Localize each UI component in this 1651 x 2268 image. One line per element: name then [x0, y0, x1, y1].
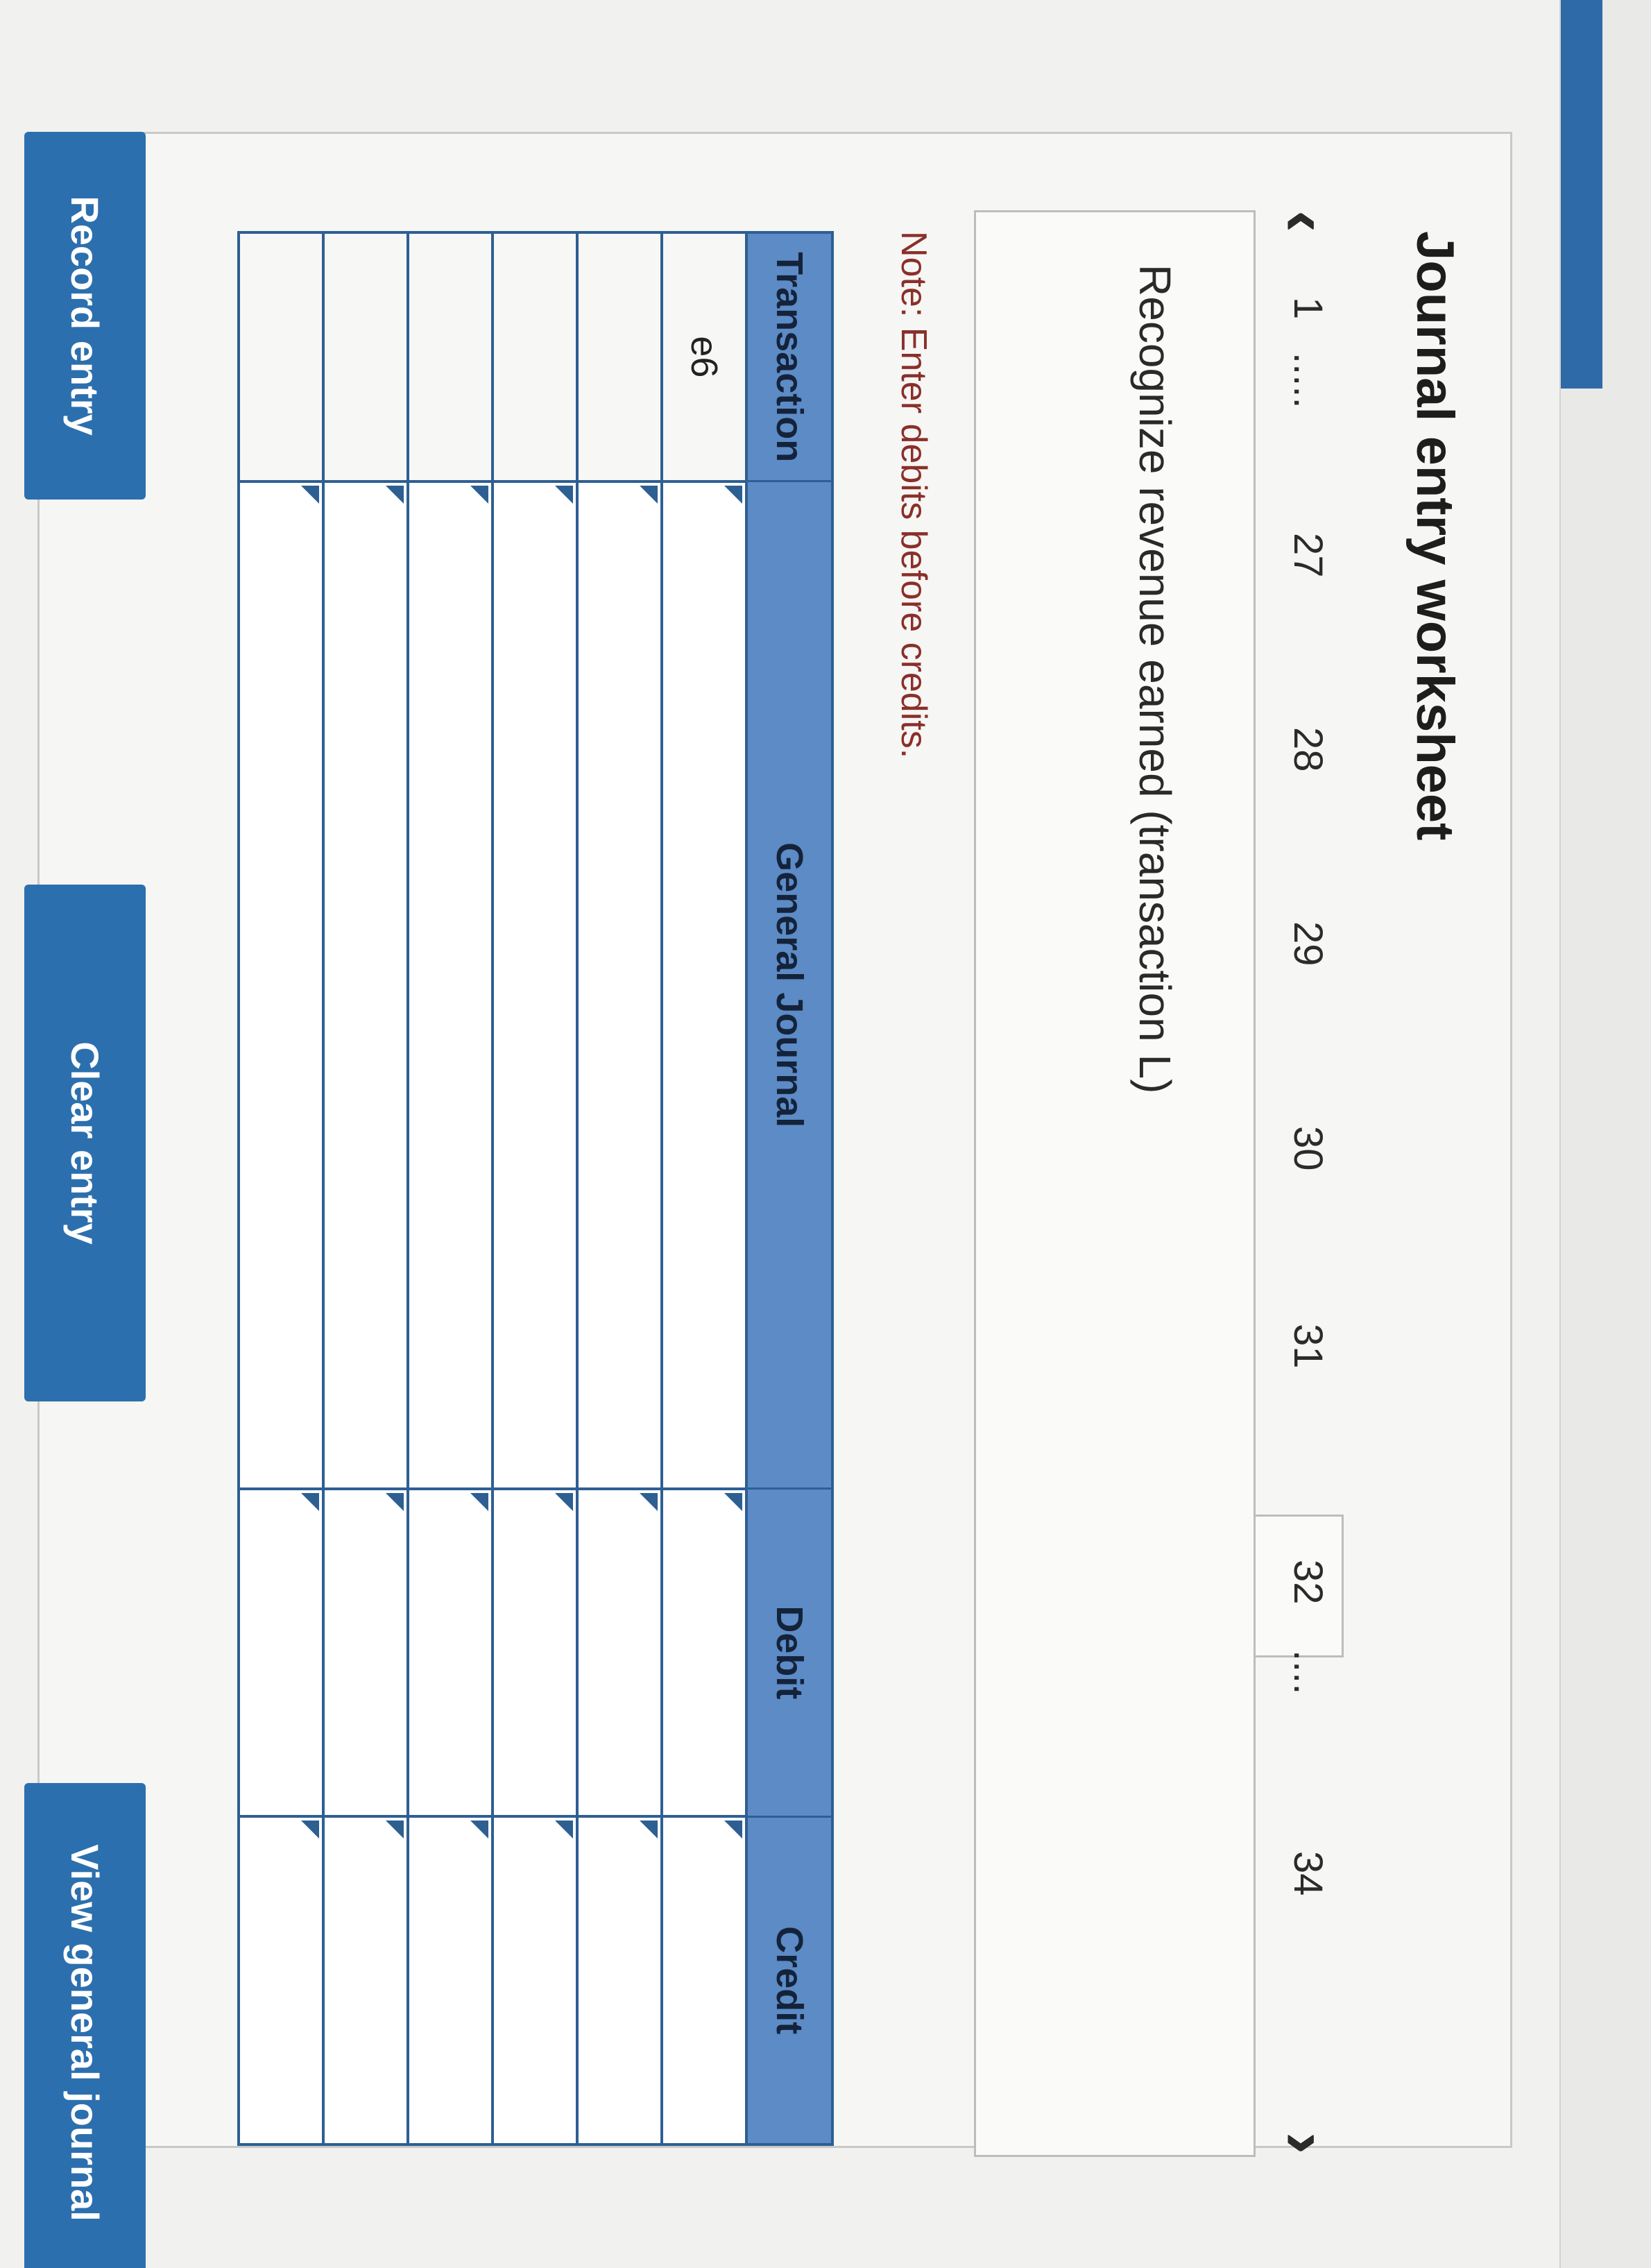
- debit-input[interactable]: [325, 1490, 407, 1815]
- top-strip: [1559, 0, 1651, 2268]
- credit-input-cell[interactable]: [662, 1816, 746, 2145]
- debit-input-cell[interactable]: [577, 1488, 662, 1817]
- account-input[interactable]: [579, 483, 660, 1487]
- transaction-column-header: Transaction: [746, 232, 832, 481]
- view-general-journal-button[interactable]: View general journal: [24, 1783, 146, 2268]
- record-entry-button[interactable]: Record entry: [24, 132, 146, 500]
- transaction-cell: [239, 232, 323, 481]
- debit-input[interactable]: [663, 1490, 745, 1815]
- page-item-27[interactable]: 27: [1285, 533, 1331, 578]
- chevron-right-icon[interactable]: ›: [1267, 2132, 1344, 2154]
- debit-input-cell[interactable]: [408, 1488, 493, 1817]
- table-row: [493, 232, 577, 2145]
- credit-input[interactable]: [409, 1818, 491, 2143]
- page-item-1[interactable]: 1: [1285, 297, 1331, 319]
- screen: Journal entry worksheet ‹ 1 ..... 27 28 …: [0, 0, 1651, 2268]
- debit-input[interactable]: [409, 1490, 491, 1815]
- instruction-note: Note: Enter debits before credits.: [893, 231, 934, 759]
- top-accent-bar: [1561, 0, 1602, 389]
- transaction-prompt-box: Recognize revenue earned (transaction L): [974, 210, 1256, 2157]
- account-select-cell[interactable]: [323, 481, 408, 1489]
- credit-input-cell[interactable]: [239, 1816, 323, 2145]
- transaction-cell: e6: [662, 232, 746, 481]
- credit-input[interactable]: [494, 1818, 576, 2143]
- page-item-34[interactable]: 34: [1285, 1851, 1331, 1896]
- credit-input-cell[interactable]: [493, 1816, 577, 2145]
- transaction-cell: [323, 232, 408, 481]
- debit-input-cell[interactable]: [493, 1488, 577, 1817]
- credit-input[interactable]: [240, 1818, 322, 2143]
- debit-input-cell[interactable]: [323, 1488, 408, 1817]
- account-input[interactable]: [240, 483, 322, 1487]
- journal-header-row: Transaction General Journal Debit Credit: [746, 232, 832, 2145]
- transaction-cell: [577, 232, 662, 481]
- transaction-cell: [493, 232, 577, 481]
- debit-input-cell[interactable]: [662, 1488, 746, 1817]
- debit-input[interactable]: [579, 1490, 660, 1815]
- credit-input-cell[interactable]: [408, 1816, 493, 2145]
- credit-input[interactable]: [325, 1818, 407, 2143]
- page-item-30[interactable]: 30: [1285, 1126, 1331, 1171]
- debit-column-header: Debit: [746, 1488, 832, 1817]
- debit-input[interactable]: [494, 1490, 576, 1815]
- debit-input-cell[interactable]: [239, 1488, 323, 1817]
- credit-input-cell[interactable]: [323, 1816, 408, 2145]
- account-select-cell[interactable]: [408, 481, 493, 1489]
- credit-input-cell[interactable]: [577, 1816, 662, 2145]
- page-item-31[interactable]: 31: [1285, 1324, 1331, 1369]
- table-row: [239, 232, 323, 2145]
- worksheet-title: Journal entry worksheet: [1405, 231, 1464, 841]
- action-buttons: Record entry Clear entry View general jo…: [21, 132, 146, 2268]
- page-item-32[interactable]: 32: [1285, 1560, 1331, 1605]
- debit-input[interactable]: [240, 1490, 322, 1815]
- chevron-left-icon[interactable]: ‹: [1267, 210, 1344, 232]
- transaction-prompt-text: Recognize revenue earned (transaction L): [1130, 264, 1180, 1094]
- account-select-cell[interactable]: [662, 481, 746, 1489]
- account-select-cell[interactable]: [239, 481, 323, 1489]
- account-select-cell[interactable]: [577, 481, 662, 1489]
- credit-input[interactable]: [663, 1818, 745, 2143]
- table-row: e6: [662, 232, 746, 2145]
- credit-input[interactable]: [579, 1818, 660, 2143]
- worksheet-panel: Journal entry worksheet ‹ 1 ..... 27 28 …: [37, 132, 1512, 2157]
- account-input[interactable]: [494, 483, 576, 1487]
- page-ellipsis-2: ....: [1285, 1650, 1331, 1695]
- account-input[interactable]: [409, 483, 491, 1487]
- account-input[interactable]: [663, 483, 745, 1487]
- table-row: [323, 232, 408, 2145]
- page-item-28[interactable]: 28: [1285, 727, 1331, 772]
- table-row: [577, 232, 662, 2145]
- page-item-29[interactable]: 29: [1285, 921, 1331, 966]
- general-journal-column-header: General Journal: [746, 481, 832, 1489]
- account-input[interactable]: [325, 483, 407, 1487]
- table-row: [408, 232, 493, 2145]
- general-journal-table: Transaction General Journal Debit Credit…: [237, 231, 834, 2146]
- transaction-cell: [408, 232, 493, 481]
- pager: ‹ 1 ..... 27 28 29 30 31 32 .... 34 ›: [1224, 210, 1344, 2154]
- photo-frame: Journal entry worksheet ‹ 1 ..... 27 28 …: [0, 0, 1651, 2268]
- credit-column-header: Credit: [746, 1816, 832, 2145]
- account-select-cell[interactable]: [493, 481, 577, 1489]
- page-ellipsis-1: .....: [1285, 352, 1331, 409]
- clear-entry-button[interactable]: Clear entry: [24, 885, 146, 1401]
